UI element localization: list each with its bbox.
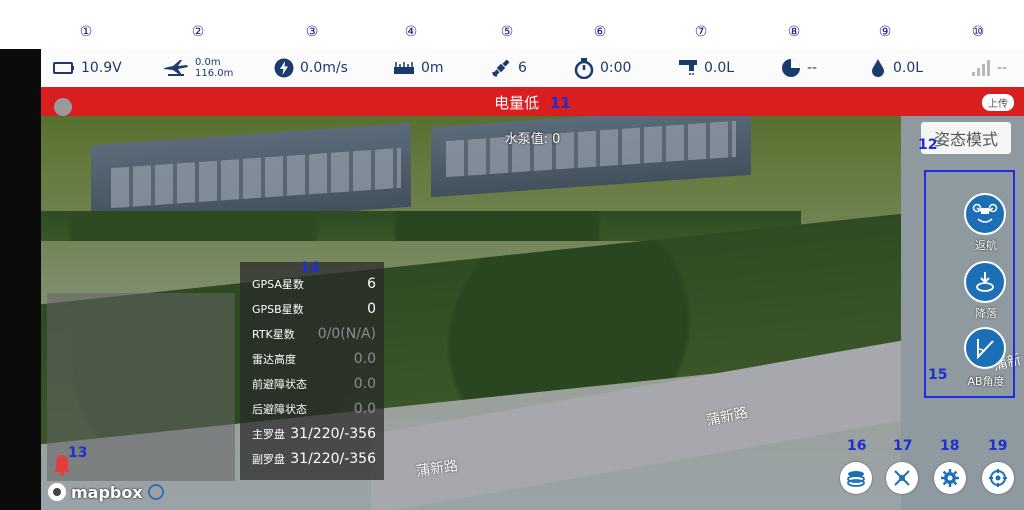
droplet-icon — [872, 59, 884, 77]
ab-angle-button[interactable] — [964, 327, 1006, 369]
alert-number: 11 — [549, 94, 571, 112]
low-battery-alert-bar: 电量低 11 上传 — [41, 87, 1024, 116]
signal-bars-icon — [972, 60, 990, 76]
left-edge-strip — [0, 49, 41, 510]
ab-angle-icon — [977, 339, 994, 360]
land-label: 降落 — [975, 307, 997, 320]
gear-icon — [941, 469, 959, 487]
ab-angle-label: AB角度 — [967, 375, 1005, 388]
telemetry-panel: 14 GPSA星数 6 GPSB星数 0 RTK星数 0/0(N/A) 雷达高度 0.0… — [240, 260, 384, 480]
annotation-5: ⑤ — [500, 24, 514, 40]
annotation-13: 13 — [68, 445, 88, 461]
telemetry-row: GPSA星数 6 — [252, 276, 376, 292]
speed-stat: 0.0m/s — [274, 49, 348, 87]
map-layers-button[interactable] — [840, 462, 872, 494]
speed-value: 0.0m/s — [300, 60, 348, 76]
annotation-14: 14 — [300, 260, 320, 276]
aircraft-icon — [164, 60, 188, 76]
telemetry-row: 主罗盘 31/220/-356 — [252, 426, 376, 442]
annotation-8: ⑧ — [787, 24, 801, 40]
layers-icon — [847, 471, 865, 487]
timer-stat: 0:00 — [574, 49, 631, 87]
satellite-value: 6 — [518, 60, 527, 76]
altitude-value: 0.0m — [195, 57, 221, 68]
ruler-icon — [394, 62, 414, 74]
telemetry-row: 雷达高度 0.0 — [252, 351, 376, 367]
annotation-17: 17 — [893, 438, 913, 454]
pie-chart-icon — [782, 59, 800, 77]
radar-height-stat: 0m — [393, 49, 444, 87]
alert-message: 电量低 11 — [41, 92, 1024, 113]
mapbox-wordmark: mapbox — [71, 482, 143, 502]
signal-value: -- — [997, 60, 1008, 76]
settings-button[interactable] — [934, 462, 966, 494]
annotation-15: 15 — [928, 367, 948, 383]
speed-bolt-icon — [274, 58, 294, 78]
telemetry-row: RTK星数 0/0(N/A) — [252, 326, 376, 342]
annotation-2: ② — [191, 24, 205, 40]
landing-icon — [976, 272, 994, 292]
obstacle-toggle-button[interactable] — [886, 462, 918, 494]
annotation-4: ④ — [404, 24, 418, 40]
radar-height-value: 0m — [421, 60, 444, 76]
annotation-3: ③ — [305, 24, 319, 40]
distance-value: 116.0m — [195, 68, 234, 79]
annotation-10: ⑩ — [971, 24, 985, 40]
crosshair-icon — [989, 469, 1007, 487]
land-button[interactable] — [964, 261, 1006, 303]
annotation-row: ① ② ③ ④ ⑤ ⑥ ⑦ ⑧ ⑨ ⑩ — [41, 24, 1024, 48]
info-icon[interactable] — [147, 483, 165, 501]
annotation-7: ⑦ — [694, 24, 708, 40]
signal-stat: -- — [971, 49, 1007, 87]
liquid-stat: 0.0L — [869, 49, 923, 87]
flow-stat: 0.0L — [678, 49, 734, 87]
annotation-1: ① — [79, 24, 93, 40]
area-stat: -- — [781, 49, 817, 87]
area-value: -- — [807, 60, 818, 76]
telemetry-row: 副罗盘 31/220/-356 — [252, 451, 376, 467]
locate-button[interactable] — [982, 462, 1014, 494]
upload-button[interactable]: 上传 — [982, 94, 1014, 111]
telemetry-row: GPSB星数 0 — [252, 301, 376, 317]
satellite-icon — [492, 59, 510, 77]
annotation-6: ⑥ — [593, 24, 607, 40]
voltage-stat: 10.9V — [53, 49, 122, 87]
mapbox-mark-icon — [48, 483, 66, 501]
annotation-16: 16 — [847, 438, 867, 454]
stopwatch-icon — [574, 58, 594, 79]
satellite-stat: 6 — [490, 49, 527, 87]
return-home-label: 返航 — [975, 239, 997, 252]
telemetry-row: 前避障状态 0.0 — [252, 376, 376, 392]
alert-text: 电量低 — [494, 94, 540, 112]
pump-value: 水泵值: 0 — [504, 132, 561, 147]
annotation-18: 18 — [940, 438, 960, 454]
annotation-12: 12 — [918, 137, 938, 153]
status-bar: 10.9V 0.0m 116.0m 0.0m/s 0m 6 0:00 0.0L … — [41, 49, 1024, 88]
altitude-stat: 0.0m 116.0m — [163, 49, 233, 87]
timer-value: 0:00 — [600, 60, 632, 76]
annotation-9: ⑨ — [878, 24, 892, 40]
mapbox-logo: mapbox — [47, 482, 165, 502]
crossed-tool-icon — [894, 470, 910, 486]
annotation-19: 19 — [988, 438, 1008, 454]
telemetry-row: 后避障状态 0.0 — [252, 401, 376, 417]
return-home-button[interactable] — [964, 193, 1006, 235]
flow-value: 0.0L — [704, 60, 735, 76]
drone-return-icon — [972, 203, 998, 223]
battery-icon — [53, 62, 74, 74]
liquid-value: 0.0L — [893, 60, 924, 76]
sprayer-nozzle-icon — [679, 60, 697, 75]
voltage-value: 10.9V — [81, 60, 122, 76]
